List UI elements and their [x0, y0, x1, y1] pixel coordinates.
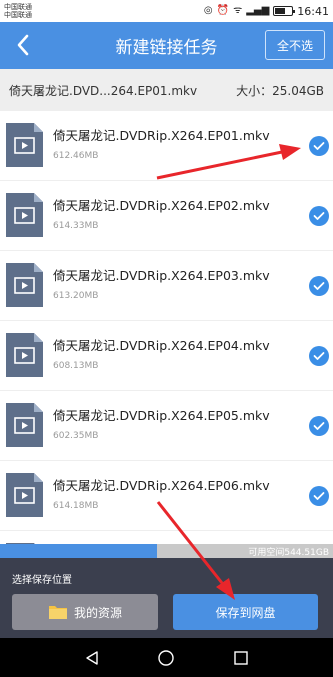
summary-size: 大小：25.04GB — [236, 83, 324, 98]
storage-available: 可用空间544.51GB — [248, 548, 329, 558]
save-to-cloud-button[interactable]: 保存到网盘 — [173, 594, 318, 630]
save-location-label: 选择保存位置 — [12, 575, 72, 586]
file-row[interactable]: 倚天屠龙记.DVDRip.X264.EP06.mkv 614.18MB — [0, 461, 333, 531]
checkbox-checked[interactable] — [309, 276, 329, 296]
file-size: 614.18MB — [53, 501, 99, 511]
status-icons: ◎ ⏰ ᯤ ▂▄▆ 16:41 — [204, 5, 329, 18]
page-title: 新建链接任务 — [115, 38, 218, 58]
back-arrow-icon — [17, 34, 29, 56]
video-file-icon — [6, 333, 43, 377]
folder-icon — [48, 606, 67, 619]
checkmark-icon — [313, 352, 325, 360]
file-size: 612.46MB — [53, 151, 99, 161]
checkbox-checked[interactable] — [309, 136, 329, 156]
square-recents-icon — [234, 650, 248, 665]
battery-icon — [273, 6, 296, 16]
file-row[interactable]: 倚天屠龙记.DVDRip.X264.EP07.mkv — [0, 531, 333, 544]
alarm-icon: ⏰ — [216, 5, 230, 16]
file-name: 倚天屠龙记.DVDRip.X264.EP04.mkv — [53, 338, 270, 353]
my-resources-label: 我的资源 — [73, 605, 122, 620]
file-list[interactable]: 倚天屠龙记.DVDRip.X264.EP01.mkv 612.46MB 倚天屠龙记.… — [0, 111, 333, 544]
triangle-back-icon — [86, 650, 98, 665]
file-row[interactable]: 倚天屠龙记.DVDRip.X264.EP03.mkv 613.20MB — [0, 251, 333, 321]
file-row[interactable]: 倚天屠龙记.DVDRip.X264.EP01.mkv 612.46MB — [0, 111, 333, 181]
file-size: 613.20MB — [53, 291, 99, 301]
checkmark-icon — [313, 212, 325, 220]
file-name: 倚天屠龙记.DVDRip.X264.EP03.mkv — [53, 268, 270, 283]
summary-name: 倚天屠龙记.DVD...264.EP01.mkv — [9, 83, 198, 98]
carrier-info: 中国联通 中国联通 — [4, 3, 32, 19]
hotspot-icon: ◎ — [203, 5, 213, 16]
file-row[interactable]: 倚天屠龙记.DVDRip.X264.EP05.mkv 602.35MB — [0, 391, 333, 461]
file-name: 倚天屠龙记.DVDRip.X264.EP01.mkv — [53, 128, 270, 143]
file-row[interactable]: 倚天屠龙记.DVDRip.X264.EP02.mkv 614.33MB — [0, 181, 333, 251]
video-file-icon — [6, 473, 43, 517]
storage-used-fill — [0, 544, 157, 558]
file-size: 614.33MB — [53, 221, 99, 231]
nav-back-button[interactable] — [80, 646, 104, 670]
file-name: 倚天屠龙记.DVDRip.X264.EP02.mkv — [53, 198, 270, 213]
video-file-icon — [6, 403, 43, 447]
video-file-icon — [6, 193, 43, 237]
checkmark-icon — [313, 492, 325, 500]
checkmark-icon — [313, 282, 325, 290]
nav-recents-button[interactable] — [229, 646, 253, 670]
app-bar: 新建链接任务 全不选 — [0, 22, 333, 69]
status-bar: 中国联通 中国联通 ◎ ⏰ ᯤ ▂▄▆ 16:41 — [0, 0, 333, 22]
file-size: 608.13MB — [53, 361, 99, 371]
file-name: 倚天屠龙记.DVDRip.X264.EP05.mkv — [53, 408, 270, 423]
checkmark-icon — [313, 142, 325, 150]
file-size: 602.35MB — [53, 431, 99, 441]
navigation-bar — [0, 638, 333, 677]
checkbox-checked[interactable] — [309, 416, 329, 436]
checkbox-checked[interactable] — [309, 486, 329, 506]
video-file-icon — [6, 123, 43, 167]
checkbox-checked[interactable] — [309, 346, 329, 366]
file-name: 倚天屠龙记.DVDRip.X264.EP06.mkv — [53, 478, 270, 493]
save-panel: 选择保存位置 我的资源 保存到网盘 — [0, 558, 333, 638]
deselect-all-button[interactable]: 全不选 — [265, 30, 325, 60]
signal-icon: ▂▄▆ — [246, 5, 270, 16]
my-resources-button[interactable]: 我的资源 — [12, 594, 158, 630]
carrier-2: 中国联通 — [4, 11, 32, 19]
clock: 16:41 — [297, 4, 329, 18]
carrier-1: 中国联通 — [4, 3, 32, 11]
back-button[interactable] — [8, 28, 38, 62]
checkmark-icon — [313, 422, 325, 430]
checkbox-checked[interactable] — [309, 206, 329, 226]
wifi-icon: ᯤ — [233, 5, 243, 16]
file-row[interactable]: 倚天屠龙记.DVDRip.X264.EP04.mkv 608.13MB — [0, 321, 333, 391]
task-summary: 倚天屠龙记.DVD...264.EP01.mkv 大小：25.04GB — [0, 69, 333, 111]
circle-home-icon — [158, 649, 175, 666]
video-file-icon — [6, 263, 43, 307]
nav-home-button[interactable] — [154, 646, 178, 670]
storage-bar: 可用空间544.51GB — [0, 544, 333, 558]
